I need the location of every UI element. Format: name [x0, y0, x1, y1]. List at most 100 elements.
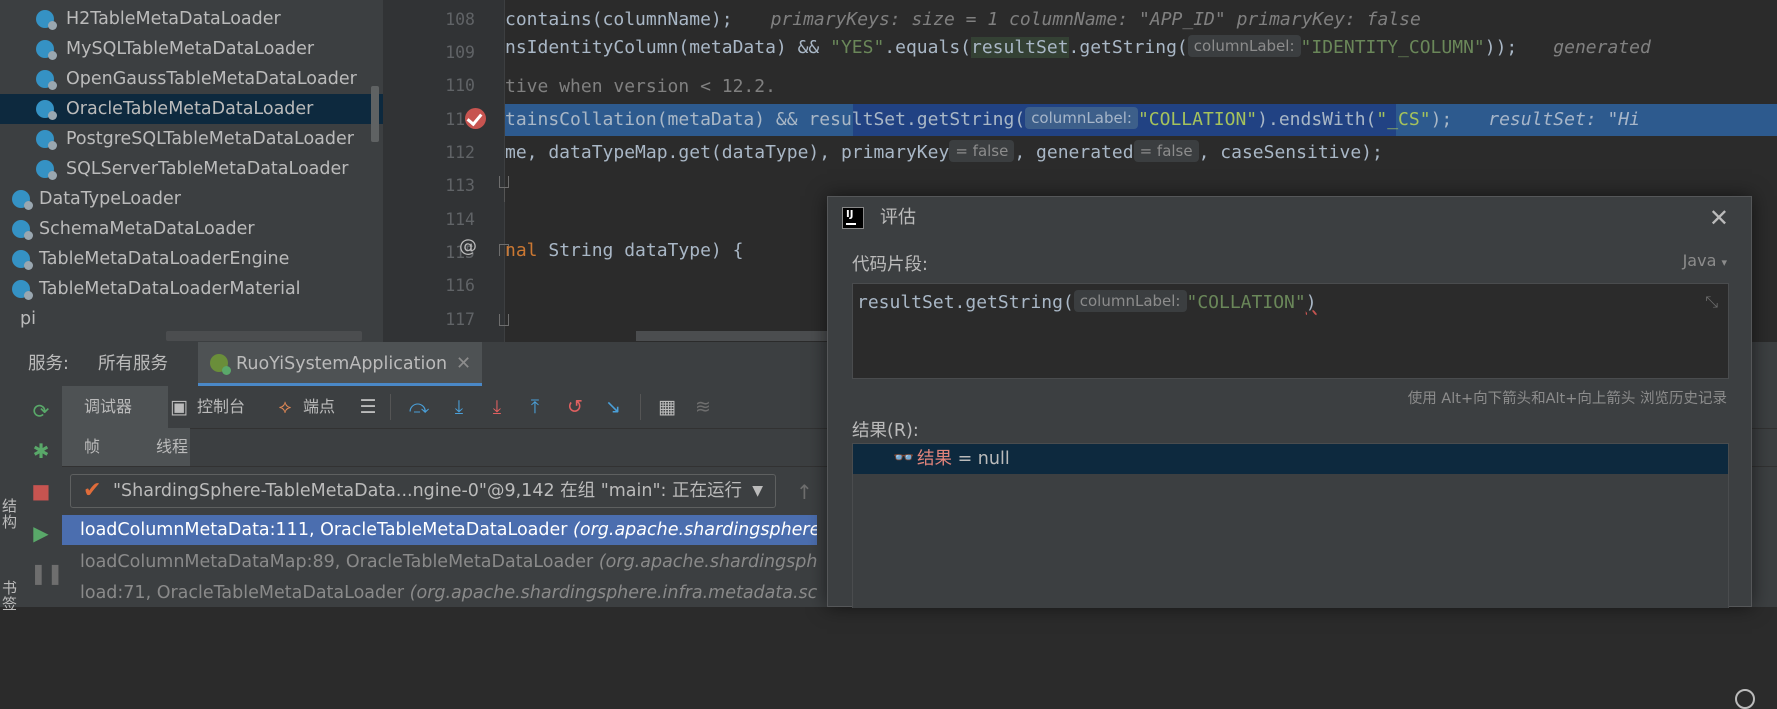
language-selector[interactable]: Java ▾ — [1683, 251, 1727, 270]
frame-item[interactable]: load:71, OracleTableMetaDataLoader (org.… — [62, 578, 817, 608]
tree-item[interactable]: PostgreSQLTableMetaDataLoader — [0, 124, 383, 154]
code-text: me, dataTypeMap.get(dataType), primaryKe… — [505, 142, 950, 163]
frame-method: loadColumnMetaData:111, OracleTableMetaD… — [80, 520, 568, 540]
chevron-down-icon: ▾ — [1721, 256, 1727, 269]
code-line-115[interactable]: nal String dataType) { — [505, 235, 743, 267]
frame-item[interactable]: loadColumnMetaDataMap:89, OracleTableMet… — [62, 547, 817, 577]
code-text: .getString( — [1068, 37, 1188, 58]
tree-item[interactable]: H2TableMetaDataLoader — [0, 4, 383, 34]
show-execution-point-icon[interactable]: ⤼ — [408, 396, 430, 418]
tree-scrollbar-vertical[interactable] — [371, 86, 379, 142]
variable-highlight: resultSet — [971, 37, 1069, 58]
parameter-hint: columnLabel: — [1187, 35, 1301, 57]
tree-item-label: SchemaMetaDataLoader — [39, 219, 255, 239]
toolbar-separator — [640, 394, 641, 420]
tree-item-label: DataTypeLoader — [39, 189, 181, 209]
step-out-icon[interactable]: ⤒ — [524, 396, 546, 418]
thread-selector[interactable]: ✔ "ShardingSphere-TableMetaData...ngine-… — [70, 474, 776, 508]
code-text: String dataType) { — [537, 240, 744, 261]
run-to-cursor-icon[interactable]: ↘ — [602, 396, 624, 418]
line-number: 110 — [445, 76, 475, 95]
tab-debugger[interactable]: 调试器 — [62, 386, 168, 428]
tree-item[interactable]: SchemaMetaDataLoader — [0, 214, 383, 244]
tree-item-label: TableMetaDataLoaderEngine — [39, 249, 290, 269]
breakpoint-icon[interactable] — [465, 108, 486, 129]
class-icon — [12, 220, 33, 240]
parameter-hint: = false — [949, 140, 1015, 162]
tree-item[interactable]: SQLServerTableMetaDataLoader — [0, 154, 383, 184]
trace-icon[interactable]: ≋ — [692, 396, 714, 418]
tab-frames[interactable]: 帧 — [84, 428, 100, 466]
tree-item[interactable]: DataTypeLoader — [0, 184, 383, 214]
tree-item-label: SQLServerTableMetaDataLoader — [66, 159, 349, 179]
frame-item[interactable]: loadColumnMetaData:111, OracleTableMetaD… — [62, 515, 817, 545]
parameter-hint: columnLabel: — [1073, 290, 1187, 312]
class-icon — [36, 40, 57, 60]
evaluate-dialog: 评估 ✕ 代码片段: Java ▾ resultSet.getString(co… — [827, 196, 1752, 608]
console-icon: ▣ — [170, 396, 188, 418]
line-number: 113 — [445, 176, 475, 195]
services-label: 服务: — [28, 354, 69, 374]
result-row[interactable]: 👓 结果 = null — [853, 444, 1728, 474]
tree-item[interactable]: MySQLTableMetaDataLoader — [0, 34, 383, 64]
string-literal: "COLLATION" — [1137, 109, 1258, 130]
tree-item[interactable]: pi — [0, 304, 383, 334]
result-tree[interactable]: 👓 结果 = null — [852, 443, 1729, 608]
parameter-hint: columnLabel: — [1025, 107, 1138, 129]
override-marker-icon[interactable]: @ — [459, 236, 477, 257]
stop-icon[interactable]: ■ — [30, 480, 52, 502]
fold-marker-icon[interactable] — [499, 176, 509, 188]
step-into-icon[interactable]: ⤓ — [486, 396, 508, 418]
tab-endpoints[interactable]: 端点 — [303, 386, 335, 428]
all-services-tab[interactable]: 所有服务 — [98, 342, 168, 386]
evaluate-icon[interactable]: ▦ — [656, 396, 678, 418]
code-text: , caseSensitive); — [1198, 142, 1383, 163]
class-icon — [12, 280, 33, 300]
resume-icon[interactable]: ▶ — [30, 522, 52, 544]
keyword: nal — [505, 240, 538, 261]
run-config-label: RuoYiSystemApplication — [236, 354, 448, 374]
string-literal: "_CS" — [1376, 109, 1431, 130]
class-icon — [36, 10, 57, 30]
parameter-hint: = false — [1133, 140, 1199, 162]
code-line-112[interactable]: me, dataTypeMap.get(dataType), primaryKe… — [505, 137, 1383, 169]
tab-threads[interactable]: 线程 — [156, 428, 188, 466]
step-over-icon[interactable]: ⤓ — [448, 396, 470, 418]
arrow-up-icon[interactable]: ↑ — [796, 480, 813, 504]
line-number: 117 — [445, 310, 475, 329]
code-text: )); — [1484, 37, 1518, 58]
code-fragment-label: 代码片段: — [852, 255, 928, 275]
inline-debug-values: primaryKeys: size = 1 columnName: "APP_I… — [770, 9, 1421, 30]
frame-package: (org.apache.shardingsphere.infra.metadat… — [409, 583, 817, 603]
frame-method: load:71, OracleTableMetaDataLoader — [80, 583, 405, 603]
menu-icon[interactable]: ☰ — [357, 396, 379, 418]
structure-side-tab[interactable]: 结构 — [2, 498, 18, 530]
code-line-111[interactable]: tainsCollation(metaData) && resultSet.ge… — [505, 104, 1640, 136]
fold-marker-icon[interactable] — [499, 314, 509, 326]
code-text: .equals( — [884, 37, 971, 58]
bookmarks-side-tab[interactable]: 书签 — [2, 580, 18, 612]
modify-run-icon[interactable]: ✱ — [30, 440, 52, 462]
code-line-109[interactable]: nsIdentityColumn(metaData) && "YES".equa… — [505, 32, 1651, 64]
tree-item[interactable]: OpenGaussTableMetaDataLoader — [0, 64, 383, 94]
expression-code: resultSet.getString(columnLabel: "COLLATI… — [857, 288, 1317, 318]
close-icon[interactable]: ✕ — [1709, 197, 1729, 239]
drop-frame-icon[interactable]: ↺ — [564, 396, 586, 418]
tree-scrollbar-horizontal[interactable] — [166, 331, 362, 341]
pause-icon[interactable]: ❚❚ — [30, 562, 64, 584]
collapse-icon[interactable]: ⤡ — [1705, 292, 1718, 312]
class-icon — [36, 100, 57, 120]
tab-console[interactable]: 控制台 — [197, 386, 245, 428]
tree-item[interactable]: TableMetaDataLoaderMaterial — [0, 274, 383, 304]
close-icon[interactable]: ✕ — [456, 342, 471, 386]
settings-icon[interactable] — [1735, 689, 1755, 709]
dialog-title: 评估 — [880, 207, 916, 228]
expression-editor[interactable]: resultSet.getString(columnLabel: "COLLATI… — [852, 283, 1729, 379]
history-hint: 使用 Alt+向下箭头和Alt+向上箭头 浏览历史记录 — [1407, 391, 1727, 407]
tree-item-selected[interactable]: OracleTableMetaDataLoader — [0, 94, 383, 124]
rerun-icon[interactable]: ⟳ — [30, 400, 52, 422]
language-label: Java — [1682, 251, 1717, 270]
result-label: 结果(R): — [852, 421, 919, 441]
code-line-110[interactable]: tive when version < 12.2. — [505, 71, 776, 103]
tree-item[interactable]: TableMetaDataLoaderEngine — [0, 244, 383, 274]
